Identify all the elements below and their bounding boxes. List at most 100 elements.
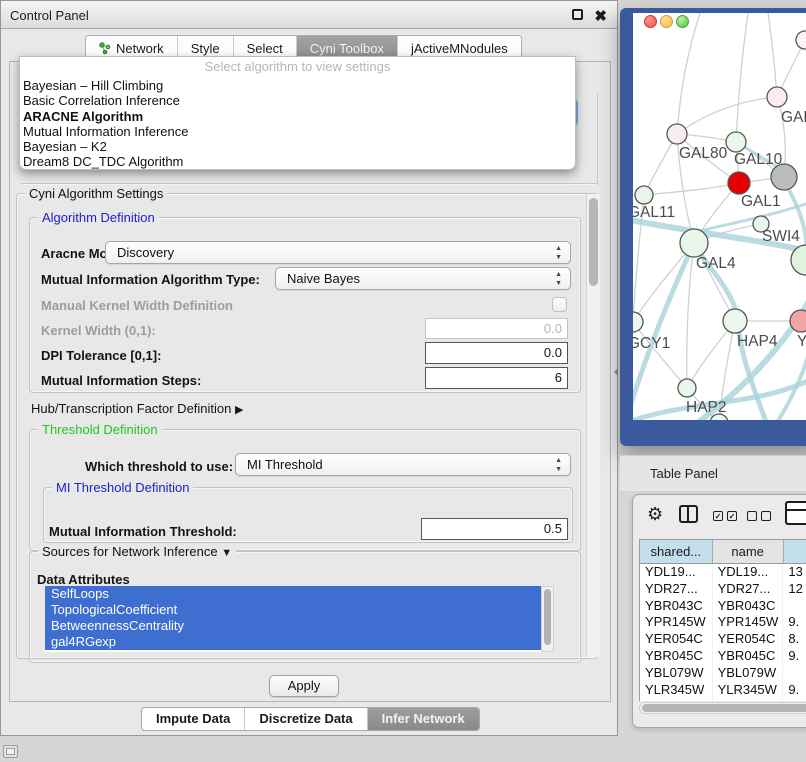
splitter-collapse-icon[interactable] [610, 368, 618, 376]
table-row[interactable]: YER054CYER054C8. [640, 631, 806, 648]
data-attributes-list[interactable]: SelfLoopsTopologicalCoefficientBetweenne… [45, 586, 541, 652]
node-label: GCY1 [633, 335, 670, 352]
table-cell: YBR045C [640, 648, 713, 665]
network-node-hap4[interactable] [723, 309, 747, 333]
aracne-mode-select[interactable]: Discovery ▲▼ [105, 241, 571, 264]
network-node-gal[interactable] [767, 87, 787, 107]
scrollbar-thumb[interactable] [589, 198, 598, 286]
network-node-hap2[interactable] [678, 379, 696, 397]
network-node[interactable] [796, 31, 806, 49]
dropdown-item[interactable]: Basic Correlation Inference [20, 93, 575, 108]
table-row[interactable]: YBR045CYBR045C9. [640, 648, 806, 665]
network-graph: GALGAL80GAL10GAL1GAL11SWI4GAL4GCY1HAP4YH… [633, 13, 806, 420]
table-hscrollbar[interactable] [639, 702, 806, 714]
table-cell: YDR27... [640, 581, 713, 598]
network-edge [687, 243, 694, 388]
dpi-tolerance-label: DPI Tolerance [0,1]: [41, 348, 161, 363]
dropdown-item[interactable]: Mutual Information Inference [20, 124, 575, 139]
dropdown-item[interactable]: Dream8 DC_TDC Algorithm [20, 154, 575, 169]
scrollbar-thumb[interactable] [544, 589, 551, 645]
table-cell: 13 [783, 564, 806, 581]
bottom-tab-infer-network[interactable]: Infer Network [368, 708, 479, 730]
table-row[interactable]: YIL052CYIL052C9. [640, 698, 806, 701]
mi-algorithm-type-label: Mutual Information Algorithm Type: [41, 272, 260, 287]
deselect-all-icon[interactable] [761, 511, 771, 521]
dropdown-item[interactable]: Bayesian – Hill Climbing [20, 78, 575, 93]
table-cell: YER054C [640, 631, 713, 648]
bottom-tab-impute-data[interactable]: Impute Data [142, 708, 245, 730]
mi-threshold-title: MI Threshold Definition [52, 480, 193, 495]
table-row[interactable]: YDL19...YDL19...13 [640, 564, 806, 581]
chevron-right-icon: ▶ [235, 404, 243, 416]
deselect-all-icon[interactable] [747, 511, 757, 521]
kernel-width-label: Kernel Width (0,1): [41, 323, 156, 338]
gear-icon[interactable]: ⚙ [647, 504, 663, 525]
mi-steps-input[interactable]: 6 [425, 367, 568, 389]
data-attributes-label: Data Attributes [37, 572, 130, 587]
dropdown-item[interactable]: Bayesian – K2 [20, 139, 575, 154]
minimize-traffic-light-icon[interactable] [660, 15, 673, 28]
table-row[interactable]: YBR043CYBR043C [640, 598, 806, 615]
attribute-item[interactable]: SelfLoops [45, 586, 541, 602]
column-header[interactable] [784, 540, 806, 563]
network-edge [677, 13, 700, 134]
network-node-gal4[interactable] [680, 229, 708, 257]
attribute-item[interactable]: TopologicalCoefficient [45, 602, 541, 618]
columns-icon[interactable] [679, 505, 698, 523]
list-scrollbar[interactable] [541, 586, 554, 652]
table-window: ⚙ ✓ ✓ shared...nameYDL19...YDL19...13YDR… [632, 494, 806, 728]
settings-scrollbar[interactable] [586, 194, 600, 657]
mi-algorithm-type-select[interactable]: Naive Bayes ▲▼ [275, 267, 571, 290]
control-panel-title: Control Panel [10, 8, 89, 23]
manual-kernel-label: Manual Kernel Width Definition [41, 298, 233, 313]
network-node[interactable] [771, 164, 797, 190]
mi-threshold-input[interactable]: 0.5 [421, 518, 568, 540]
attribute-item[interactable]: gal4RGexp [45, 634, 541, 650]
control-panel-window: Control Panel ✖ NetworkStyleSelectCyni T… [0, 0, 618, 736]
table-cell [783, 598, 806, 615]
network-node-gcy1[interactable] [633, 312, 643, 332]
attribute-item[interactable]: BetweennessCentrality [45, 618, 541, 634]
network-node-gal1[interactable] [728, 172, 750, 194]
close-icon[interactable]: ✖ [594, 7, 607, 25]
table-icon[interactable] [785, 501, 806, 525]
which-threshold-select[interactable]: MI Threshold ▲▼ [235, 453, 571, 476]
chevron-down-icon: ▼ [221, 547, 232, 559]
table-row[interactable]: YLR345WYLR345W9. [640, 682, 806, 699]
select-all-icon[interactable]: ✓ [727, 511, 737, 521]
node-label: GAL4 [696, 255, 736, 272]
algorithm-dropdown-popup: Select algorithm to view settings Bayesi… [19, 56, 576, 170]
groupbox-edge [597, 93, 599, 185]
table-row[interactable]: YPR145WYPR145W9. [640, 614, 806, 631]
column-header[interactable]: shared... [640, 540, 713, 563]
float-window-icon[interactable] [572, 9, 583, 20]
network-node-gal80[interactable] [667, 124, 687, 144]
scrollbar-thumb[interactable] [642, 704, 806, 712]
network-canvas[interactable]: GALGAL80GAL10GAL1GAL11SWI4GAL4GCY1HAP4YH… [633, 13, 806, 420]
network-node-gal10[interactable] [726, 132, 746, 152]
network-edge [768, 13, 777, 97]
table-cell: YDL19... [713, 564, 784, 581]
dock-panel-icon[interactable] [3, 745, 18, 758]
network-node-y[interactable] [790, 310, 806, 332]
apply-button[interactable]: Apply [269, 675, 339, 697]
stepper-arrows-icon: ▲▼ [555, 244, 562, 262]
network-node-gal11[interactable] [635, 186, 653, 204]
dropdown-item[interactable]: ARACNE Algorithm [20, 109, 575, 124]
select-all-icon[interactable]: ✓ [713, 511, 723, 521]
table-row[interactable]: YBL079WYBL079W [640, 665, 806, 682]
dropdown-prompt: Select algorithm to view settings [20, 57, 575, 78]
dpi-tolerance-input[interactable]: 0.0 [425, 342, 568, 364]
zoom-traffic-light-icon[interactable] [676, 15, 689, 28]
table-cell: YBR045C [713, 648, 784, 665]
node-table: shared...nameYDL19...YDL19...13YDR27...Y… [639, 539, 806, 701]
kernel-width-input[interactable]: 0.0 [425, 318, 568, 339]
hub-section-toggle[interactable]: Hub/Transcription Factor Definition ▶ [31, 401, 243, 416]
manual-kernel-checkbox[interactable] [552, 297, 567, 312]
node-label: Y [797, 333, 806, 350]
bottom-tab-discretize-data[interactable]: Discretize Data [245, 708, 367, 730]
table-row[interactable]: YDR27...YDR27...12 [640, 581, 806, 598]
column-header[interactable]: name [713, 540, 784, 563]
sources-title[interactable]: Sources for Network Inference ▼ [38, 544, 236, 559]
close-traffic-light-icon[interactable] [644, 15, 657, 28]
